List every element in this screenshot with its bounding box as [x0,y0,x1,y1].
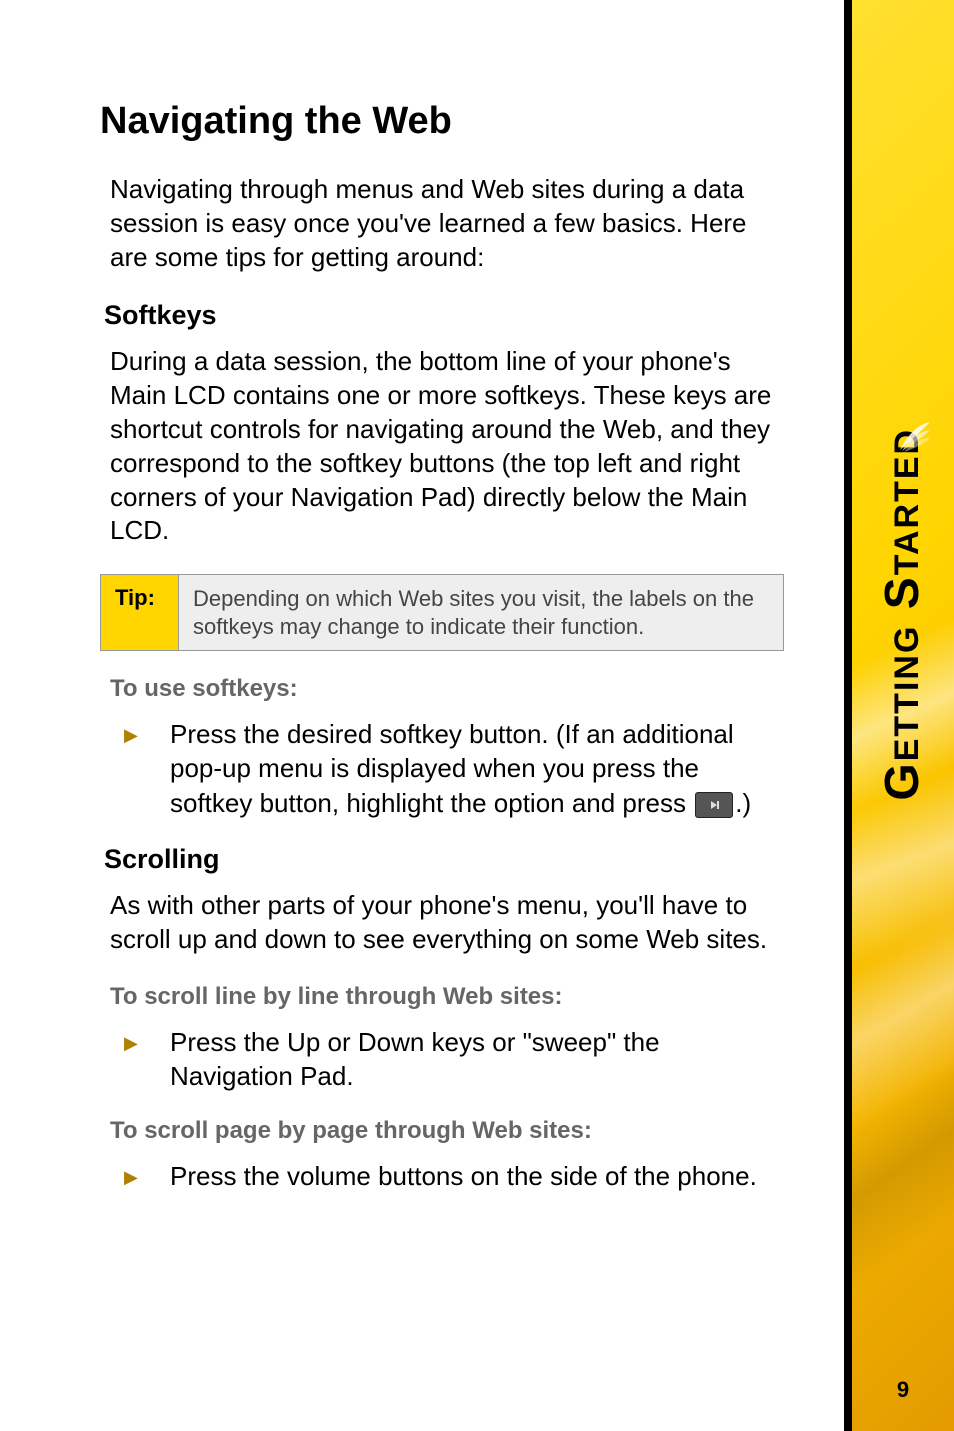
tip-callout: Tip: Depending on which Web sites you vi… [100,574,784,651]
section-side-tab: Getting Started 9 [844,0,954,1431]
intro-paragraph: Navigating through menus and Web sites d… [110,173,784,274]
bullet-arrow-icon: ▶ [124,1032,138,1056]
list-item: ▶ Press the desired softkey button. (If … [120,717,784,820]
sprint-fan-icon [898,420,932,454]
page-scroll-lead: To scroll page by page through Web sites… [110,1117,784,1145]
bullet-arrow-icon: ▶ [124,1166,138,1190]
tip-text: Depending on which Web sites you visit, … [179,575,783,650]
list-item-text-pre: Press the desired softkey button. (If an… [170,719,734,818]
page-scroll-list: ▶ Press the volume buttons on the side o… [120,1159,784,1193]
line-scroll-lead: To scroll line by line through Web sites… [110,983,784,1011]
line-scroll-list: ▶ Press the Up or Down keys or "sweep" t… [120,1025,784,1094]
scrolling-body: As with other parts of your phone's menu… [110,889,784,957]
page-number: 9 [852,1377,954,1403]
list-item: ▶ Press the volume buttons on the side o… [120,1159,784,1193]
section-label: Getting Started [876,427,931,800]
page-content: Navigating the Web Navigating through me… [0,0,844,1431]
play-pause-key-icon [695,792,733,818]
list-item-text: Press the volume buttons on the side of … [170,1161,757,1191]
tip-label: Tip: [101,575,179,650]
list-item: ▶ Press the Up or Down keys or "sweep" t… [120,1025,784,1094]
manual-page: Navigating the Web Navigating through me… [0,0,954,1431]
use-softkeys-list: ▶ Press the desired softkey button. (If … [120,717,784,820]
bullet-arrow-icon: ▶ [124,724,138,748]
list-item-text: Press the Up or Down keys or "sweep" the… [170,1027,660,1091]
page-title: Navigating the Web [100,100,784,143]
list-item-text-post: .) [735,788,751,818]
scrolling-heading: Scrolling [104,844,784,875]
softkeys-body: During a data session, the bottom line o… [110,345,784,548]
softkeys-heading: Softkeys [104,300,784,331]
use-softkeys-lead: To use softkeys: [110,675,784,703]
